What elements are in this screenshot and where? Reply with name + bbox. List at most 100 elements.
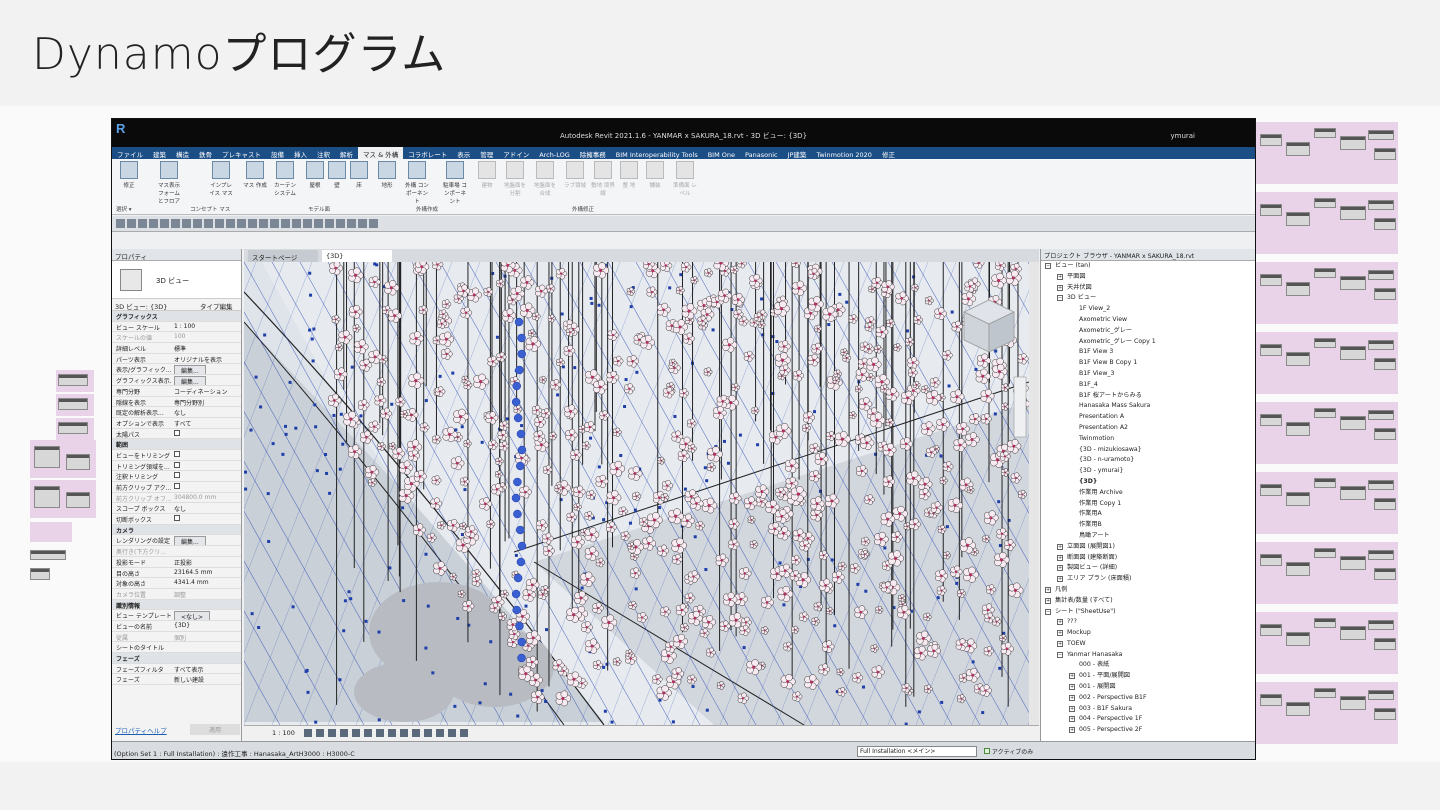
menu-tab[interactable]: BIM One — [703, 149, 740, 159]
property-section[interactable]: カメラ — [112, 524, 241, 536]
expand-icon[interactable]: + — [1057, 273, 1063, 280]
property-value-text[interactable]: 1 : 100 — [174, 323, 195, 330]
toolbar-icon[interactable] — [193, 219, 202, 228]
property-edit-button[interactable]: 編集... — [174, 365, 206, 375]
property-value[interactable]: 4341.4 mm — [174, 579, 238, 586]
view-control-icon[interactable] — [328, 729, 336, 737]
ribbon-button[interactable]: 地盤面を 合成 — [532, 161, 558, 197]
toolbar-icon[interactable] — [347, 219, 356, 228]
view-control-icon[interactable] — [400, 729, 408, 737]
property-value[interactable] — [174, 515, 238, 523]
expand-icon[interactable]: + — [1069, 716, 1075, 723]
property-section[interactable]: グラフィックス — [112, 311, 241, 322]
view-control-icon[interactable] — [460, 729, 468, 737]
expand-icon[interactable]: + — [1057, 640, 1063, 647]
browser-item[interactable]: +002 - Perspective B1F — [1041, 693, 1255, 704]
active-only-toggle[interactable]: アクティブのみ — [984, 747, 1033, 756]
expand-icon[interactable]: + — [1069, 727, 1075, 734]
expand-icon[interactable]: + — [1069, 705, 1075, 712]
toolbar-icon[interactable] — [171, 219, 180, 228]
collapse-icon[interactable]: − — [1057, 295, 1063, 302]
property-value[interactable]: コーディネーション — [174, 387, 238, 396]
browser-item[interactable]: B1F View B Copy 1 — [1041, 358, 1255, 369]
property-value[interactable]: すべて — [174, 419, 238, 428]
property-value[interactable]: 編集... — [174, 365, 238, 375]
expand-icon[interactable]: + — [1057, 576, 1063, 583]
menu-tab[interactable]: JP建築 — [783, 147, 812, 159]
property-edit-button[interactable]: 編集... — [174, 536, 206, 546]
property-value-text[interactable]: すべて — [174, 421, 191, 428]
property-checkbox[interactable] — [174, 429, 180, 436]
property-checkbox[interactable] — [174, 461, 180, 468]
ribbon-button[interactable]: 地盤面を 分割 — [502, 161, 528, 197]
toolbar-icon[interactable] — [314, 219, 323, 228]
browser-item[interactable]: {3D} — [1041, 477, 1255, 488]
property-value[interactable]: 新しい建設 — [174, 675, 238, 684]
property-value[interactable]: <なし> — [174, 611, 238, 620]
property-value-text[interactable]: コーディネーション — [174, 389, 227, 396]
properties-help-link[interactable]: プロパティヘルプ — [115, 725, 167, 735]
property-value[interactable]: 100 — [174, 333, 238, 340]
property-checkbox[interactable] — [174, 472, 180, 479]
type-selector[interactable]: 3D ビュー — [112, 261, 241, 299]
menu-tab[interactable]: プレキャスト — [217, 147, 266, 159]
toolbar-icon[interactable] — [215, 219, 224, 228]
ribbon-button[interactable]: マス 作成 — [242, 161, 268, 189]
browser-item[interactable]: + 集計表/数量 (すべて) — [1041, 596, 1255, 607]
browser-item[interactable]: {3D - mizukiosawa} — [1041, 445, 1255, 456]
property-value-text[interactable]: 調整 — [174, 592, 186, 599]
ribbon-button[interactable]: 地形 — [374, 161, 400, 189]
property-value-text[interactable]: なし — [174, 506, 186, 513]
property-value[interactable]: 正投影 — [174, 558, 238, 567]
view-control-icon[interactable] — [376, 729, 384, 737]
view-control-icon[interactable] — [352, 729, 360, 737]
browser-item[interactable]: 作業用B — [1041, 520, 1255, 531]
property-value[interactable]: 編集... — [174, 376, 238, 385]
browser-item[interactable]: −3D ビュー — [1041, 293, 1255, 304]
ribbon-button[interactable]: 床 — [346, 161, 372, 189]
property-value[interactable]: オリジナルを表示 — [174, 355, 238, 364]
menu-tab[interactable]: 修正 — [877, 147, 900, 159]
menu-tab[interactable]: マス & 外構 — [358, 147, 404, 159]
property-value[interactable] — [174, 472, 238, 480]
instance-selector[interactable]: 3D ビュー: {3D} タイプ編集 — [112, 299, 241, 311]
menu-tab[interactable]: 構造 — [171, 147, 194, 159]
expand-icon[interactable]: + — [1069, 694, 1075, 701]
3d-viewport[interactable] — [244, 262, 1029, 725]
property-edit-button[interactable]: <なし> — [174, 611, 211, 620]
property-value-text[interactable]: 専門分野別 — [174, 400, 204, 407]
toolbar-icon[interactable] — [149, 219, 158, 228]
property-value[interactable]: 調整 — [174, 590, 238, 599]
property-value[interactable]: 専門分野別 — [174, 398, 238, 407]
browser-item[interactable]: {3D - ymurai} — [1041, 466, 1255, 477]
ribbon-button[interactable]: 建物 — [474, 161, 500, 189]
property-value[interactable]: なし — [174, 408, 238, 417]
property-value[interactable]: 304800.0 mm — [174, 494, 238, 501]
toolbar-icon[interactable] — [116, 219, 125, 228]
browser-item[interactable]: 000 - 表紙 — [1041, 660, 1255, 671]
ribbon-button[interactable]: 修正 — [116, 161, 142, 189]
browser-item[interactable]: 作業用A — [1041, 509, 1255, 520]
toolbar-icon[interactable] — [270, 219, 279, 228]
menu-tab[interactable]: 除擁事務 — [575, 147, 611, 159]
browser-item[interactable]: − Yanmar Hanasaka — [1041, 650, 1255, 661]
browser-item[interactable]: B1F View 3 — [1041, 347, 1255, 358]
expand-icon[interactable]: + — [1057, 630, 1063, 637]
property-value[interactable]: なし — [174, 504, 238, 513]
property-checkbox[interactable] — [174, 483, 180, 489]
ribbon-button[interactable]: ラブ領域 — [562, 161, 588, 189]
toolbar-icon[interactable] — [292, 219, 301, 228]
expand-icon[interactable]: + — [1045, 597, 1051, 604]
view-control-icon[interactable] — [340, 729, 348, 737]
menu-tab[interactable]: アドイン — [498, 147, 534, 159]
property-section[interactable]: 範囲 — [112, 439, 241, 450]
property-value-text[interactable]: 23164.5 mm — [174, 569, 212, 576]
expand-icon[interactable]: + — [1057, 619, 1063, 626]
menu-tab[interactable]: 挿入 — [289, 147, 312, 159]
property-checkbox[interactable] — [174, 515, 180, 522]
expand-icon[interactable]: + — [1045, 586, 1051, 593]
property-value[interactable] — [174, 483, 238, 491]
property-value[interactable] — [174, 461, 238, 470]
toolbar-icon[interactable] — [127, 219, 136, 228]
collapse-icon[interactable]: − — [1045, 608, 1051, 615]
